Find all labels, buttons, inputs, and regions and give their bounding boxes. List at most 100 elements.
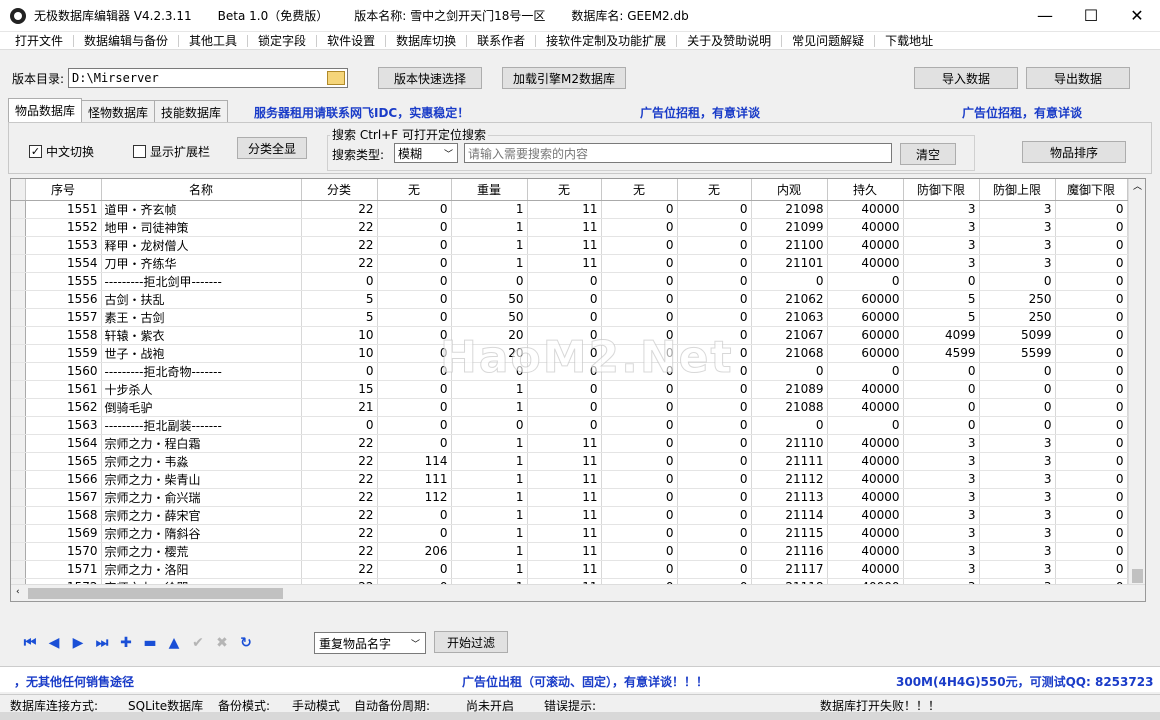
table-cell[interactable]: 0	[601, 398, 678, 417]
table-row[interactable]: 1558 轩辕・紫衣 10 0 20 0 0 0 21067 60000 4099 5099 0	[11, 326, 1128, 345]
table-cell[interactable]: 3	[979, 236, 1056, 255]
table-cell[interactable]: 0	[677, 416, 752, 435]
tab-monsters[interactable]: 怪物数据库	[81, 100, 156, 122]
column-header[interactable]: 无	[377, 179, 452, 201]
row-indicator[interactable]	[11, 416, 26, 435]
show-ext-checkbox[interactable]: 显示扩展栏	[133, 143, 210, 160]
table-cell[interactable]: 0	[377, 326, 452, 345]
table-cell[interactable]: 3	[903, 452, 980, 471]
post-record-icon[interactable]: ✔	[186, 632, 210, 654]
table-cell[interactable]: 11	[527, 488, 602, 507]
table-cell[interactable]: 3	[903, 434, 980, 453]
table-cell[interactable]: 1552	[25, 218, 102, 237]
table-cell[interactable]: 22	[301, 254, 378, 273]
table-cell[interactable]: 0	[677, 236, 752, 255]
row-indicator[interactable]	[11, 470, 26, 489]
table-cell[interactable]: 0	[677, 200, 752, 219]
table-cell[interactable]: 0	[903, 416, 980, 435]
table-cell[interactable]: 0	[601, 272, 678, 291]
table-cell[interactable]: 1	[451, 434, 528, 453]
table-cell[interactable]: 11	[527, 524, 602, 543]
horizontal-scroll-thumb[interactable]	[28, 588, 283, 599]
table-cell[interactable]: 0	[979, 398, 1056, 417]
table-cell[interactable]: 40000	[827, 434, 904, 453]
table-cell[interactable]: 0	[601, 506, 678, 525]
table-cell[interactable]: 0	[601, 542, 678, 561]
table-cell[interactable]: 0	[377, 272, 452, 291]
row-indicator[interactable]	[11, 398, 26, 417]
export-button[interactable]: 导出数据	[1026, 67, 1131, 89]
table-cell[interactable]: 地甲・司徒神策	[101, 218, 302, 237]
table-cell[interactable]: 0	[451, 272, 528, 291]
sort-button[interactable]: 物品排序	[1022, 141, 1126, 163]
table-cell[interactable]: 10	[301, 326, 378, 345]
table-cell[interactable]: 60000	[827, 344, 904, 363]
column-header[interactable]: 分类	[301, 179, 378, 201]
table-cell[interactable]: 0	[677, 290, 752, 309]
table-row[interactable]: 1561 十步杀人 15 0 1 0 0 0 21089 40000 0 0 0	[11, 380, 1128, 399]
table-cell[interactable]: 0	[601, 434, 678, 453]
table-row[interactable]: 1564 宗师之力・程白霜 22 0 1 11 0 0 21110 40000 3 3 0	[11, 434, 1128, 453]
menu-settings[interactable]: 软件设置	[320, 32, 382, 49]
table-cell[interactable]: 112	[377, 488, 452, 507]
refresh-icon[interactable]: ↻	[234, 632, 258, 654]
table-cell[interactable]: 1556	[25, 290, 102, 309]
table-cell[interactable]: 0	[301, 272, 378, 291]
table-cell[interactable]: 0	[1055, 326, 1128, 345]
table-cell[interactable]: 1	[451, 506, 528, 525]
table-cell[interactable]: 1	[451, 398, 528, 417]
table-cell[interactable]: 4099	[903, 326, 980, 345]
menu-db-switch[interactable]: 数据库切换	[389, 32, 463, 49]
table-cell[interactable]: 1567	[25, 488, 102, 507]
table-cell[interactable]: 0	[527, 416, 602, 435]
table-cell[interactable]: 3	[979, 200, 1056, 219]
table-cell[interactable]: 0	[377, 380, 452, 399]
table-cell[interactable]: 11	[527, 434, 602, 453]
table-cell[interactable]: 50	[451, 290, 528, 309]
table-cell[interactable]: 0	[1055, 254, 1128, 273]
table-cell[interactable]: 0	[677, 326, 752, 345]
table-cell[interactable]: 11	[527, 506, 602, 525]
table-cell[interactable]: 0	[1055, 272, 1128, 291]
menu-contact[interactable]: 联系作者	[470, 32, 532, 49]
column-header[interactable]: 防御上限	[979, 179, 1056, 201]
row-indicator[interactable]	[11, 218, 26, 237]
table-cell[interactable]: 素王・古剑	[101, 308, 302, 327]
menu-lock-fields[interactable]: 锁定字段	[251, 32, 313, 49]
close-icon[interactable]: ✕	[1114, 0, 1160, 32]
column-header[interactable]: 内观	[751, 179, 828, 201]
table-row[interactable]: 1566 宗师之力・柴青山 22 111 1 11 0 0 21112 40000 3 3 0	[11, 470, 1128, 489]
table-cell[interactable]: 0	[677, 272, 752, 291]
table-cell[interactable]: 22	[301, 218, 378, 237]
table-cell[interactable]: 5599	[979, 344, 1056, 363]
table-cell[interactable]: 0	[1055, 344, 1128, 363]
tab-skills[interactable]: 技能数据库	[154, 100, 229, 122]
table-cell[interactable]: 0	[751, 416, 828, 435]
table-cell[interactable]: 21067	[751, 326, 828, 345]
table-cell[interactable]: 0	[601, 524, 678, 543]
table-cell[interactable]: 0	[601, 416, 678, 435]
search-type-select[interactable]: 模糊 ﹀	[394, 143, 458, 163]
table-cell[interactable]: 21116	[751, 542, 828, 561]
dir-input[interactable]: D:\Mirserver	[68, 68, 349, 88]
table-cell[interactable]: 宗师之力・程白霜	[101, 434, 302, 453]
start-filter-button[interactable]: 开始过滤	[434, 631, 508, 653]
menu-faq[interactable]: 常见问题解疑	[785, 32, 871, 49]
table-cell[interactable]: 0	[1055, 308, 1128, 327]
table-cell[interactable]: 0	[601, 470, 678, 489]
table-cell[interactable]: 0	[377, 524, 452, 543]
table-cell[interactable]: 1555	[25, 272, 102, 291]
table-cell[interactable]: 0	[979, 362, 1056, 381]
table-cell[interactable]: 40000	[827, 470, 904, 489]
table-cell[interactable]: 5	[301, 290, 378, 309]
table-cell[interactable]: 3	[903, 506, 980, 525]
table-cell[interactable]: 1563	[25, 416, 102, 435]
table-cell[interactable]: 3	[903, 524, 980, 543]
table-cell[interactable]: 0	[1055, 524, 1128, 543]
table-cell[interactable]: 22	[301, 452, 378, 471]
menu-edit-backup[interactable]: 数据编辑与备份	[77, 32, 175, 49]
table-cell[interactable]: 0	[979, 272, 1056, 291]
table-cell[interactable]: 21117	[751, 560, 828, 579]
table-cell[interactable]: 10	[301, 344, 378, 363]
menu-open-file[interactable]: 打开文件	[8, 32, 70, 49]
